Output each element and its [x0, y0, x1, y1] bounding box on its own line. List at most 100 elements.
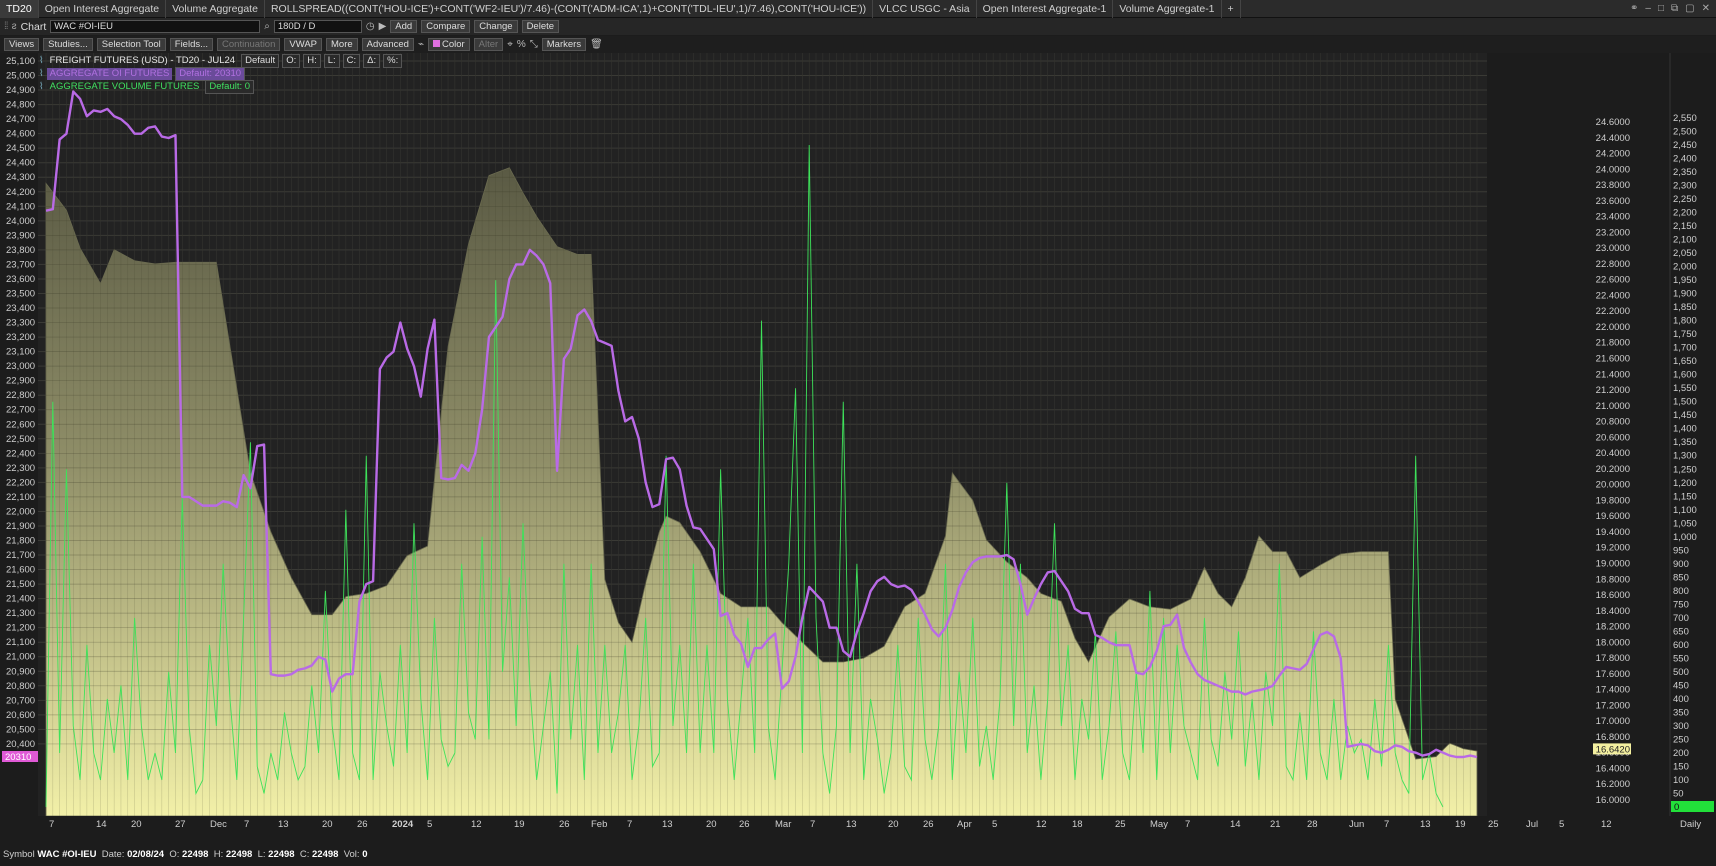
period-select[interactable]: 180D / D	[273, 20, 362, 33]
tab-3[interactable]: ROLLSPREAD((CONT('HOU-ICE')+CONT('WF2-IE…	[265, 0, 874, 18]
advanced-button[interactable]: Advanced	[361, 38, 414, 51]
left-tick-label: 24,200	[6, 187, 35, 198]
percent-icon[interactable]: %	[517, 39, 526, 50]
left-tick-label: 23,200	[6, 332, 35, 343]
legend-value: C:	[342, 54, 361, 68]
close-icon[interactable]: ✕	[1702, 3, 1710, 14]
status-open-label: O:	[169, 849, 180, 860]
price-tick-label: 23.4000	[1596, 212, 1630, 223]
search-icon[interactable]: ⌕	[264, 21, 270, 32]
chart-options-toolbar: Views Studies... Selection Tool Fields..…	[0, 36, 1716, 53]
continuation-button[interactable]: Continuation	[217, 38, 281, 51]
vwap-button[interactable]: VWAP	[284, 38, 323, 51]
legend-entry[interactable]: ⌇ FREIGHT FUTURES (USD) - TD20 - JUL24 Def…	[39, 54, 403, 68]
clock-icon[interactable]: ◷	[366, 21, 375, 32]
link-icon[interactable]: ⚭	[1630, 3, 1638, 14]
more-button[interactable]: More	[326, 38, 358, 51]
x-tick-label: 12	[471, 819, 482, 830]
left-tick-label: 24,000	[6, 216, 35, 227]
drag-grip-icon[interactable]: ⁞⁞	[4, 21, 8, 32]
left-tick-label: 23,600	[6, 274, 35, 285]
price-tick-label: 16.4000	[1596, 763, 1630, 774]
left-tick-label: 21,100	[6, 637, 35, 648]
markers-button[interactable]: Markers	[541, 38, 587, 51]
legend-value: H:	[303, 54, 321, 68]
left-tick-label: 21,500	[6, 579, 35, 590]
tab-bar: TD20 Open Interest Aggregate Volume Aggreg…	[0, 0, 1716, 18]
delete-button[interactable]: Delete	[521, 20, 560, 33]
studies-button[interactable]: Studies...	[43, 38, 93, 51]
color-button[interactable]: Color	[427, 38, 470, 51]
x-tick-label: Dec	[210, 819, 227, 830]
legend-value: O:	[282, 54, 301, 68]
tab-0[interactable]: TD20	[0, 0, 39, 18]
x-tick-label: 26	[559, 819, 570, 830]
volume-tick-label: 2,500	[1673, 127, 1697, 138]
tab-2[interactable]: Volume Aggregate	[166, 0, 265, 18]
price-tick-label: 17.2000	[1596, 700, 1630, 711]
status-symbol: WAC #OI-IEU	[37, 849, 97, 860]
price-tick-label: 19.0000	[1596, 558, 1630, 569]
price-tick-label: 18.6000	[1596, 590, 1630, 601]
price-tick-label: 19.4000	[1596, 527, 1630, 538]
tab-4[interactable]: VLCC USGC - Asia	[873, 0, 977, 18]
price-tick-label: 19.6000	[1596, 511, 1630, 522]
crosshair-icon[interactable]: ⌖	[507, 39, 513, 50]
scale-icon[interactable]: ⤡	[530, 39, 538, 50]
price-tick-label: 17.8000	[1596, 653, 1630, 664]
add-button[interactable]: Add	[390, 20, 418, 33]
status-symbol-label: Symbol	[3, 849, 35, 860]
fields-button[interactable]: Fields...	[169, 38, 214, 51]
volume-tick-label: 1,100	[1673, 505, 1697, 516]
chart-canvas[interactable]: 20,400 20,500 20,600 20,700 20,800 20,900 21,0…	[0, 53, 1716, 847]
alter-button[interactable]: Alter	[473, 38, 504, 51]
tab-6[interactable]: Volume Aggregate-1	[1113, 0, 1222, 18]
line-style-icon[interactable]: ⌁	[418, 39, 424, 50]
price-tick-label: 19.8000	[1596, 495, 1630, 506]
volume-tick-label: 1,400	[1673, 424, 1697, 435]
left-tick-label: 22,100	[6, 492, 35, 503]
legend-entry[interactable]: ⌇ AGGREGATE OI FUTURES Default: 20310	[39, 67, 246, 81]
price-tick-label: 24.2000	[1596, 149, 1630, 160]
left-tick-label: 20,600	[6, 710, 35, 721]
restore-icon[interactable]: ⧉	[1671, 3, 1678, 14]
volume-tick-label: 2,100	[1673, 235, 1697, 246]
price-tick-label: 19.2000	[1596, 543, 1630, 554]
x-tick-label: 26	[739, 819, 750, 830]
price-tick-label: 24.4000	[1596, 133, 1630, 144]
maximize-icon[interactable]: □	[1658, 3, 1664, 14]
left-tick-label: 22,200	[6, 477, 35, 488]
x-tick-label: Apr	[957, 819, 972, 830]
left-tick-label: 23,500	[6, 288, 35, 299]
left-tick-label: 24,700	[6, 114, 35, 125]
x-tick-label: 7	[1185, 819, 1190, 830]
change-button[interactable]: Change	[474, 20, 518, 33]
tab-5[interactable]: Open Interest Aggregate-1	[977, 0, 1114, 18]
trash-icon[interactable]: 🗑	[590, 39, 603, 50]
window-max-icon[interactable]: ▢	[1685, 3, 1694, 14]
symbol-input[interactable]: WAC #OI-IEU	[50, 20, 261, 33]
volume-tick-label: 700	[1673, 613, 1689, 624]
volume-tick-label: 650	[1673, 626, 1689, 637]
left-tick-label: 24,300	[6, 172, 35, 183]
minimize-icon[interactable]: –	[1645, 3, 1651, 14]
status-close: 22498	[312, 849, 339, 860]
legend-entry[interactable]: ⌇ AGGREGATE VOLUME FUTURES Default: 0	[39, 80, 255, 94]
views-button[interactable]: Views	[4, 38, 40, 51]
left-tick-label: 25,100	[6, 56, 35, 67]
selection-tool-button[interactable]: Selection Tool	[96, 38, 166, 51]
play-icon[interactable]: ▶	[379, 21, 387, 32]
status-high: 22498	[225, 849, 253, 860]
period-label: Daily	[1680, 819, 1701, 830]
chart-title: Chart	[20, 20, 47, 33]
tab-7[interactable]: +	[1222, 0, 1241, 18]
price-tick-label: 22.4000	[1596, 290, 1630, 301]
left-tick-label: 20,800	[6, 681, 35, 692]
tab-1[interactable]: Open Interest Aggregate	[39, 0, 167, 18]
price-tick-label: 17.0000	[1596, 716, 1630, 727]
left-tick-label: 25,000	[6, 71, 35, 82]
volume-tick-label: 1,550	[1673, 383, 1697, 394]
compare-button[interactable]: Compare	[421, 20, 471, 33]
volume-tick-label: 1,150	[1673, 491, 1697, 502]
left-tick-label: 21,000	[6, 652, 35, 663]
